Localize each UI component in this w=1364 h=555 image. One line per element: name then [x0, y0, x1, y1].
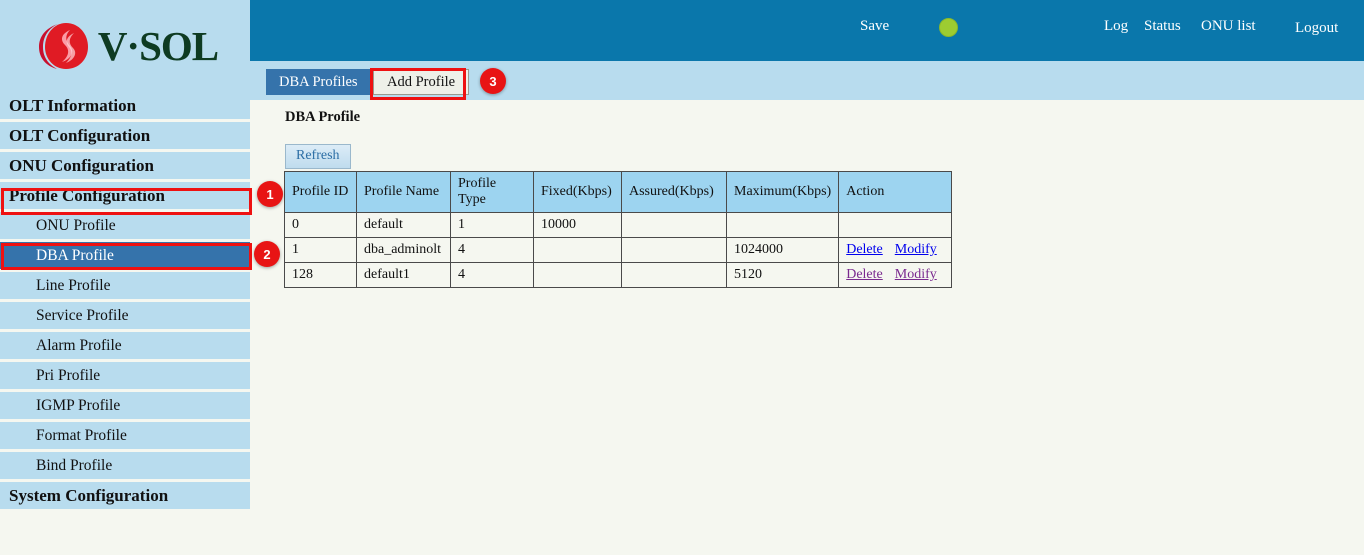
sidebar-item-dba-profile[interactable]: DBA Profile — [0, 242, 250, 269]
column-header-profile-type: Profile Type — [451, 172, 534, 213]
status-led-icon — [939, 18, 958, 37]
tab-add-profile[interactable]: Add Profile — [373, 69, 469, 95]
top-bar: Save Log Status ONU list Logout — [250, 0, 1364, 61]
sidebar-nav: OLT Information OLT Configuration ONU Co… — [0, 92, 250, 512]
cell-profile-id: 128 — [285, 263, 357, 288]
cell-profile-name: default — [357, 213, 451, 238]
column-header-fixed: Fixed(Kbps) — [534, 172, 622, 213]
cell-profile-name: dba_adminolt — [357, 238, 451, 263]
cell-fixed — [534, 238, 622, 263]
annotation-badge-2: 2 — [254, 241, 280, 267]
sidebar-item-bind-profile[interactable]: Bind Profile — [0, 452, 250, 479]
cell-action: Delete Modify — [839, 238, 952, 263]
sidebar-item-onu-configuration[interactable]: ONU Configuration — [0, 152, 250, 179]
cell-assured — [622, 238, 727, 263]
delete-link[interactable]: Delete — [846, 242, 883, 257]
modify-link[interactable]: Modify — [895, 242, 937, 257]
onu-list-link[interactable]: ONU list — [1201, 18, 1256, 35]
annotation-badge-3: 3 — [480, 68, 506, 94]
column-header-profile-name: Profile Name — [357, 172, 451, 213]
cell-profile-type: 4 — [451, 263, 534, 288]
annotation-badge-1: 1 — [257, 181, 283, 207]
cell-profile-type: 1 — [451, 213, 534, 238]
cell-action — [839, 213, 952, 238]
tab-dba-profiles[interactable]: DBA Profiles — [266, 69, 371, 95]
column-header-action: Action — [839, 172, 952, 213]
column-header-assured: Assured(Kbps) — [622, 172, 727, 213]
sidebar-item-service-profile[interactable]: Service Profile — [0, 302, 250, 329]
table-row: 0 default 1 10000 — [285, 213, 952, 238]
table-header-row: Profile ID Profile Name Profile Type Fix… — [285, 172, 952, 213]
cell-fixed — [534, 263, 622, 288]
cell-assured — [622, 213, 727, 238]
content-pane: ForoISP DBA Profile Refresh Profile ID P… — [250, 100, 1364, 555]
cell-maximum: 5120 — [727, 263, 839, 288]
cell-profile-name: default1 — [357, 263, 451, 288]
column-header-maximum: Maximum(Kbps) — [727, 172, 839, 213]
sidebar-item-pri-profile[interactable]: Pri Profile — [0, 362, 250, 389]
page-title: DBA Profile — [285, 109, 360, 126]
save-button[interactable]: Save — [860, 18, 889, 35]
cell-action: Delete Modify — [839, 263, 952, 288]
cell-maximum — [727, 213, 839, 238]
brand-logo-panel: V·SOL — [0, 0, 250, 92]
cell-assured — [622, 263, 727, 288]
vsol-flame-logo-icon — [36, 20, 90, 72]
sidebar-item-alarm-profile[interactable]: Alarm Profile — [0, 332, 250, 359]
log-link[interactable]: Log — [1104, 18, 1128, 35]
cell-fixed: 10000 — [534, 213, 622, 238]
dba-profile-table: Profile ID Profile Name Profile Type Fix… — [284, 171, 952, 288]
modify-link[interactable]: Modify — [895, 267, 937, 282]
sidebar-item-line-profile[interactable]: Line Profile — [0, 272, 250, 299]
cell-profile-id: 0 — [285, 213, 357, 238]
sidebar-item-olt-information[interactable]: OLT Information — [0, 92, 250, 119]
delete-link[interactable]: Delete — [846, 267, 883, 282]
app-window: V·SOL Save Log Status ONU list Logout DB… — [0, 0, 1364, 555]
sidebar-item-system-configuration[interactable]: System Configuration — [0, 482, 250, 509]
cell-profile-type: 4 — [451, 238, 534, 263]
sidebar-item-igmp-profile[interactable]: IGMP Profile — [0, 392, 250, 419]
cell-maximum: 1024000 — [727, 238, 839, 263]
sidebar-item-onu-profile[interactable]: ONU Profile — [0, 212, 250, 239]
refresh-button[interactable]: Refresh — [285, 144, 351, 169]
sidebar-item-format-profile[interactable]: Format Profile — [0, 422, 250, 449]
table-row: 1 dba_adminolt 4 1024000 Delete Modify — [285, 238, 952, 263]
table-row: 128 default1 4 5120 Delete Modify — [285, 263, 952, 288]
column-header-profile-id: Profile ID — [285, 172, 357, 213]
sidebar-item-olt-configuration[interactable]: OLT Configuration — [0, 122, 250, 149]
cell-profile-id: 1 — [285, 238, 357, 263]
tab-strip: DBA Profiles Add Profile — [250, 61, 1364, 100]
logout-link[interactable]: Logout — [1295, 20, 1338, 37]
sidebar-item-profile-configuration[interactable]: Profile Configuration — [0, 182, 250, 209]
brand-name: V·SOL — [98, 26, 218, 67]
status-link[interactable]: Status — [1144, 18, 1181, 35]
